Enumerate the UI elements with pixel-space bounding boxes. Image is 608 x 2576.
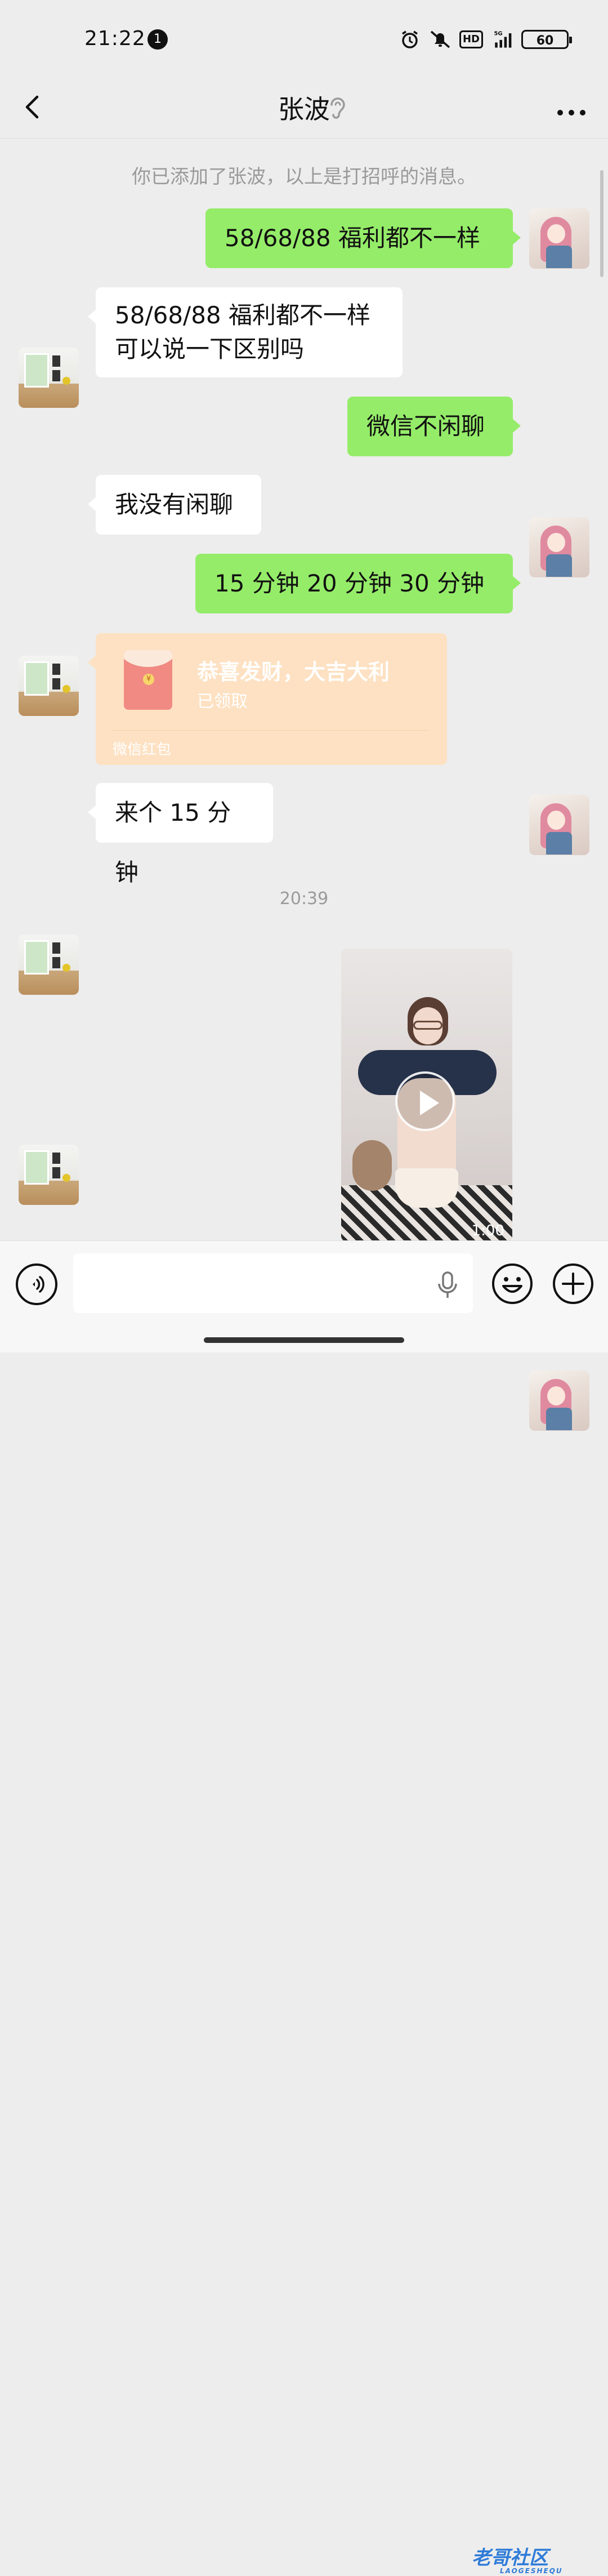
outgoing-message-bubble[interactable]: 15 分钟 20 分钟 30 分钟 [195, 554, 521, 613]
mute-bell-icon [429, 28, 451, 51]
red-packet-divider [113, 730, 430, 731]
input-bar: 老哥社区 LAOGESHEQU [0, 1240, 608, 2575]
outgoing-message-bubble[interactable]: 58/68/88 福利都不一样 [205, 208, 521, 268]
status-bar: 21:22 1 HD 5G 60 [0, 0, 608, 79]
home-indicator[interactable] [204, 1337, 404, 1343]
system-message: 你已添加了张波，以上是打招呼的消息。 [132, 166, 476, 188]
video-duration: 1:00 [471, 1222, 504, 1239]
contact-avatar[interactable] [19, 935, 79, 995]
message-input[interactable] [73, 1253, 473, 1313]
svg-text:5G: 5G [494, 31, 502, 37]
red-packet-message[interactable]: ¥ 恭喜发财，大吉大利 已领取 微信红包 [88, 633, 447, 765]
emoji-button[interactable] [490, 1261, 535, 1306]
incoming-message-bubble[interactable]: 来个 15 分钟 [88, 783, 273, 886]
watermark-subtext: LAOGESHEQU [500, 2567, 563, 2575]
microphone-icon[interactable] [433, 1269, 462, 1301]
contact-avatar[interactable] [19, 656, 79, 716]
play-icon[interactable] [395, 1071, 455, 1131]
add-attachment-button[interactable] [551, 1261, 596, 1306]
status-icons: HD 5G 60 [399, 28, 572, 51]
incoming-message-bubble[interactable]: 58/68/88 福利都不一样 可以说一下区别吗 [88, 287, 403, 377]
video-message[interactable]: 1:00 [341, 949, 512, 1242]
watermark-text: 老哥社区 [472, 2547, 548, 2569]
outgoing-message-bubble[interactable]: 微信不闲聊 [347, 397, 521, 456]
red-envelope-icon: ¥ [124, 650, 172, 710]
earpiece-mode-icon [324, 90, 352, 124]
contact-name: 张波 [278, 94, 330, 124]
my-avatar[interactable] [529, 795, 589, 855]
red-packet-label: 微信红包 [113, 741, 172, 758]
red-packet-title: 恭喜发财，大吉大利 [197, 660, 390, 684]
hd-badge: HD [459, 30, 483, 48]
alarm-icon [399, 28, 421, 51]
status-time: 21:22 [84, 27, 146, 50]
chat-header: 张波 [0, 79, 608, 139]
video-thumbnail-bear [352, 1140, 392, 1191]
battery-indicator: 60 [521, 30, 572, 49]
my-avatar[interactable] [529, 1371, 589, 1431]
chat-scrollbar[interactable] [600, 170, 603, 277]
message-timestamp: 20:39 [279, 889, 329, 909]
my-avatar[interactable] [529, 208, 589, 269]
my-avatar[interactable] [529, 517, 589, 577]
red-packet-status: 已领取 [197, 692, 248, 711]
notification-count-badge: 1 [147, 29, 168, 50]
more-options-button[interactable] [552, 90, 591, 124]
voice-input-button[interactable] [16, 1263, 57, 1305]
video-thumbnail-glasses [413, 1021, 442, 1030]
video-thumbnail-figure-shorts [395, 1168, 458, 1208]
incoming-message-bubble[interactable]: 我没有闲聊 [88, 475, 261, 535]
signal-5g-icon: 5G [491, 28, 513, 51]
contact-avatar[interactable] [19, 1145, 79, 1205]
watermark-logo: 老哥社区 LAOGESHEQU [472, 2542, 598, 2576]
contact-avatar[interactable] [19, 348, 79, 408]
